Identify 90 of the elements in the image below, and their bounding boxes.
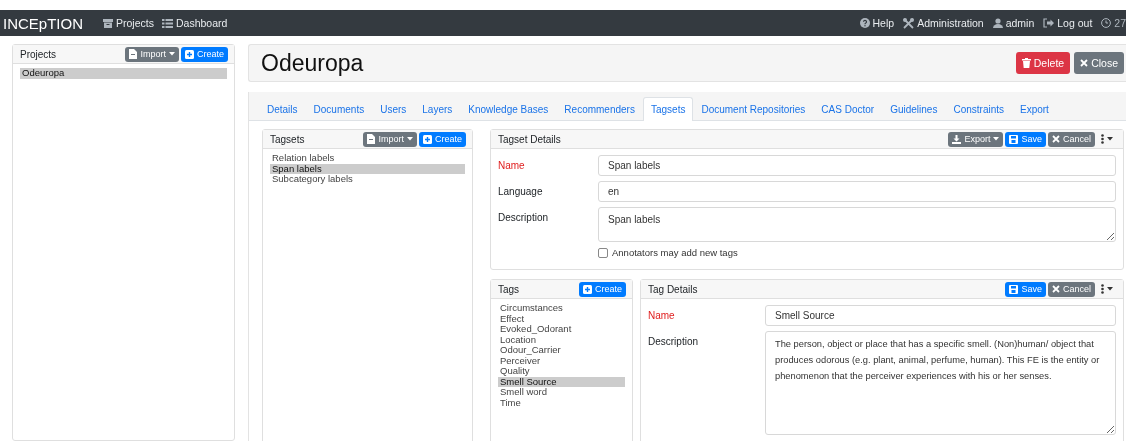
close-icon [1080, 59, 1089, 67]
plus-square-icon [583, 284, 592, 294]
save-button[interactable]: Save [1005, 281, 1046, 297]
tab[interactable]: CAS Doctor [813, 97, 883, 121]
panel-title: Tagset Details [498, 133, 561, 145]
field-label: Name [648, 309, 676, 321]
help-icon [859, 18, 870, 28]
delete-button[interactable]: Delete [1015, 52, 1071, 74]
caret-icon [1107, 287, 1113, 291]
plus-square-icon [185, 49, 194, 59]
dashboard-link[interactable]: Dashboard [161, 17, 228, 29]
tab[interactable]: Export [1012, 97, 1057, 121]
field-label: Name [498, 159, 526, 171]
dots-icon [1101, 284, 1104, 294]
field-label: Language [498, 185, 544, 197]
checkbox-label: Annotators may add new tags [612, 247, 738, 258]
description-field[interactable]: The person, object or place that has a specific smell. (Non)human/ object that produces odorous (e.g. plant, animal, perfume, human). This FE is the entity or phenomenon that the perceiver experiences with his or her senses. [765, 331, 1116, 435]
checkbox[interactable] [598, 247, 608, 258]
tools-icon [903, 17, 915, 29]
close-icon [1052, 285, 1060, 293]
list-item[interactable]: Circumstances [498, 303, 625, 314]
trash-icon [1021, 58, 1031, 68]
create-button[interactable]: Create [181, 46, 228, 62]
list-item[interactable]: Span labels [270, 163, 465, 174]
description-field[interactable]: Span labels [598, 207, 1116, 242]
tab[interactable]: Users [372, 97, 415, 121]
logout-icon [1043, 18, 1055, 28]
timer-link[interactable]: 27 [1101, 17, 1126, 29]
field-label: Description [498, 211, 550, 223]
import-button[interactable]: Import [363, 131, 417, 147]
tab[interactable]: Document Repositories [693, 97, 814, 121]
list-item[interactable]: Odeuropa [20, 68, 227, 79]
list-item[interactable]: Smell Source [498, 376, 625, 387]
close-button[interactable]: Close [1074, 52, 1124, 74]
tab[interactable]: Knowledge Bases [460, 97, 557, 121]
floppy-icon [1009, 134, 1019, 144]
tab[interactable]: Constraints [945, 97, 1012, 121]
caret-icon [407, 137, 413, 141]
logout-link[interactable]: Log out [1043, 17, 1093, 29]
projects-link[interactable]: Projects [103, 17, 154, 29]
file-icon [129, 49, 138, 59]
list-item[interactable]: Odour_Carrier [498, 345, 625, 356]
tagset-input[interactable]: Span labels [598, 155, 1116, 176]
cancel-button[interactable]: Cancel [1048, 131, 1095, 147]
tagset-input[interactable]: en [598, 181, 1116, 202]
floppy-icon [1009, 284, 1019, 294]
user-link[interactable]: admin [992, 17, 1035, 29]
list-item[interactable]: Evoked_Odorant [498, 324, 625, 335]
field-label: Description [648, 335, 700, 347]
caret-icon [993, 137, 1000, 141]
download-icon [952, 134, 962, 144]
list-item[interactable]: Relation labels [270, 153, 465, 164]
tab[interactable]: Guidelines [882, 97, 946, 121]
user-icon [992, 18, 1003, 28]
import-button[interactable]: Import [125, 46, 179, 62]
list-item[interactable]: Location [498, 334, 625, 345]
tab[interactable]: Recommenders [556, 97, 643, 121]
cancel-button[interactable]: Cancel [1048, 281, 1095, 297]
list-item[interactable]: Subcategory labels [270, 174, 465, 185]
tab[interactable]: Documents [305, 97, 373, 121]
tab[interactable]: Tagsets [642, 97, 694, 121]
list-item[interactable]: Quality [498, 366, 625, 377]
export-button[interactable]: Export [948, 131, 1004, 147]
panel-title: Projects [20, 48, 57, 60]
list-item[interactable]: Smell word [498, 387, 625, 398]
tab[interactable]: Layers [414, 97, 461, 121]
project-title: Odeuropa [261, 49, 364, 77]
create-button[interactable]: Create [419, 131, 466, 147]
save-button[interactable]: Save [1005, 131, 1046, 147]
panel-title: Tag Details [648, 283, 698, 295]
close-icon [1052, 135, 1060, 143]
tab[interactable]: Details [259, 97, 306, 121]
tag-input[interactable]: Smell Source [765, 305, 1116, 326]
brand-logo[interactable]: INCEpTION [3, 14, 83, 32]
list-item[interactable]: Effect [498, 313, 625, 324]
caret-icon [1107, 137, 1113, 141]
clock-icon [1101, 18, 1112, 28]
list-item[interactable]: Perceiver [498, 355, 625, 366]
plus-square-icon [423, 134, 432, 144]
admin-link[interactable]: Administration [903, 17, 984, 29]
caret-icon [169, 52, 175, 56]
list-item[interactable]: Time [498, 397, 625, 408]
box-icon [103, 18, 113, 28]
list-icon [161, 18, 173, 28]
dots-icon [1101, 134, 1104, 144]
file-icon [367, 134, 376, 144]
panel-title: Tags [498, 283, 520, 295]
help-link[interactable]: Help [859, 17, 895, 29]
create-button[interactable]: Create [579, 281, 626, 297]
panel-title: Tagsets [270, 133, 305, 145]
